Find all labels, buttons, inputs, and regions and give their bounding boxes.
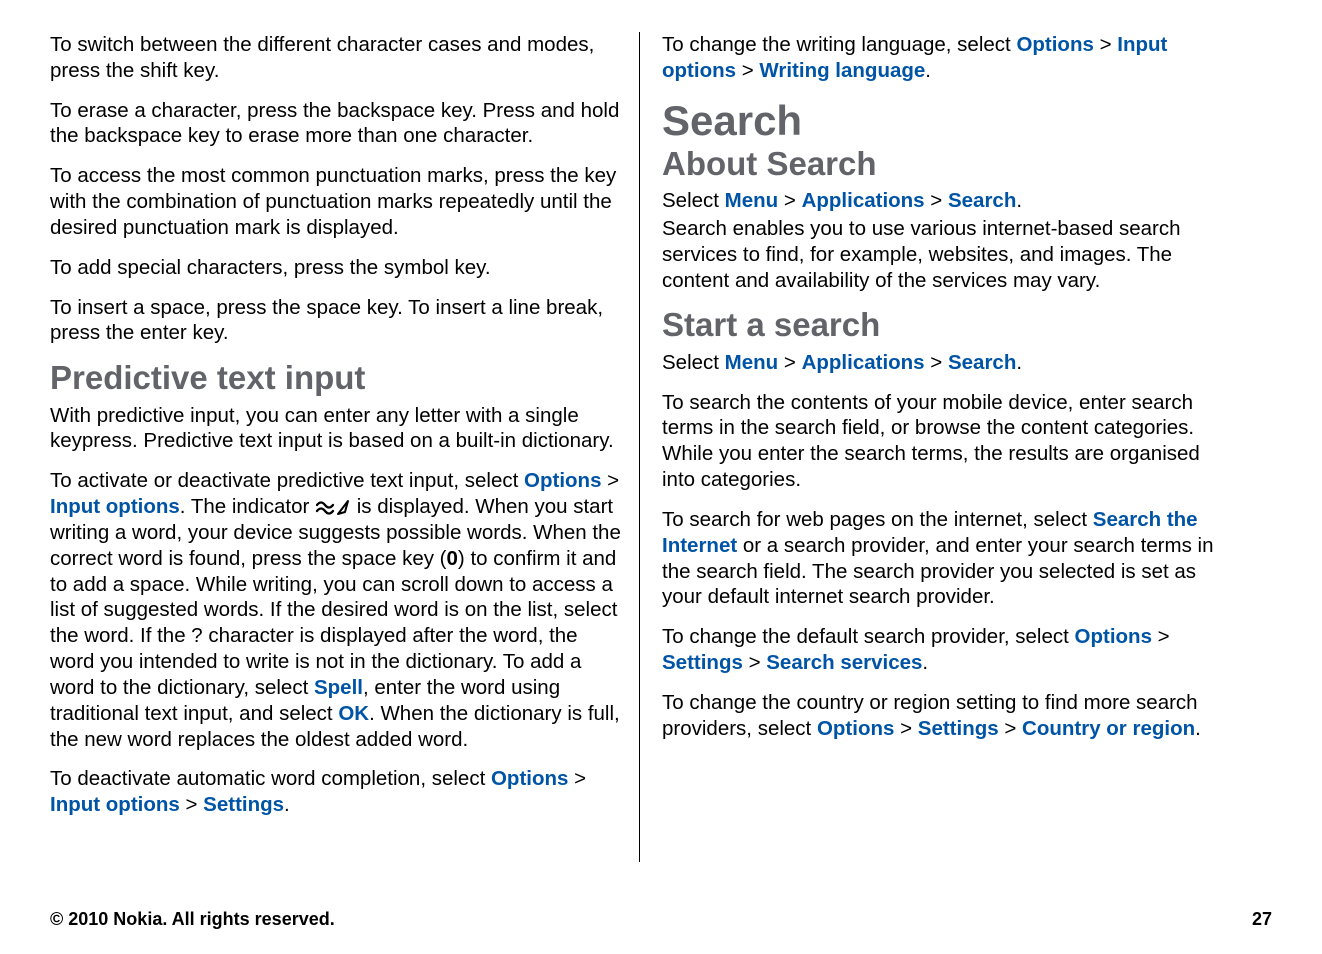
- breadcrumb-separator: >: [1094, 33, 1117, 56]
- link-search-services[interactable]: Search services: [766, 651, 922, 674]
- right-column: To change the writing language, select O…: [640, 32, 1230, 862]
- body-text: To insert a space, press the space key. …: [50, 295, 625, 347]
- heading-predictive-text-input: Predictive text input: [50, 360, 625, 396]
- body-text: To activate or deactivate predictive tex…: [50, 468, 625, 752]
- body-text: Search enables you to use various intern…: [662, 216, 1230, 293]
- page-footer: © 2010 Nokia. All rights reserved. 27: [50, 909, 1272, 930]
- body-text: With predictive input, you can enter any…: [50, 403, 625, 455]
- heading-about-search: About Search: [662, 146, 1230, 182]
- body-text: To switch between the different characte…: [50, 32, 625, 84]
- text-fragment: .: [1016, 189, 1022, 212]
- breadcrumb-separator: >: [743, 651, 766, 674]
- text-fragment: To deactivate automatic word completion,…: [50, 767, 491, 790]
- link-settings[interactable]: Settings: [203, 793, 284, 816]
- text-fragment: To search for web pages on the internet,…: [662, 508, 1093, 531]
- breadcrumb-separator: >: [925, 189, 948, 212]
- link-ok[interactable]: OK: [338, 702, 369, 725]
- link-search[interactable]: Search: [948, 189, 1016, 212]
- breadcrumb-separator: >: [999, 717, 1022, 740]
- link-settings[interactable]: Settings: [918, 717, 999, 740]
- body-text: To change the country or region setting …: [662, 690, 1230, 742]
- breadcrumb-separator: >: [778, 351, 801, 374]
- text-fragment: To change the writing language, select: [662, 33, 1016, 56]
- link-search[interactable]: Search: [948, 351, 1016, 374]
- left-column: To switch between the different characte…: [50, 32, 640, 862]
- link-options[interactable]: Options: [1016, 33, 1093, 56]
- link-input-options[interactable]: Input options: [50, 793, 180, 816]
- breadcrumb-separator: >: [1152, 625, 1170, 648]
- body-text: To erase a character, press the backspac…: [50, 98, 625, 150]
- body-text: To change the default search provider, s…: [662, 624, 1230, 676]
- body-text: To search the contents of your mobile de…: [662, 390, 1230, 493]
- link-options[interactable]: Options: [491, 767, 568, 790]
- text-fragment: or a search provider, and enter your sea…: [662, 534, 1213, 609]
- breadcrumb-separator: >: [568, 767, 586, 790]
- breadcrumb-separator: >: [894, 717, 917, 740]
- link-options[interactable]: Options: [524, 469, 601, 492]
- breadcrumb-separator: >: [601, 469, 619, 492]
- body-text: To deactivate automatic word completion,…: [50, 766, 625, 818]
- link-applications[interactable]: Applications: [802, 351, 925, 374]
- link-options[interactable]: Options: [817, 717, 894, 740]
- link-settings[interactable]: Settings: [662, 651, 743, 674]
- text-fragment: To change the default search provider, s…: [662, 625, 1075, 648]
- text-fragment: To activate or deactivate predictive tex…: [50, 469, 524, 492]
- page-number: 27: [1252, 909, 1272, 930]
- predictive-text-icon: [315, 498, 351, 516]
- link-applications[interactable]: Applications: [802, 189, 925, 212]
- heading-search: Search: [662, 98, 1230, 144]
- link-spell[interactable]: Spell: [314, 676, 363, 699]
- breadcrumb-separator: >: [180, 793, 203, 816]
- body-text: Select Menu > Applications > Search.: [662, 188, 1230, 214]
- link-menu[interactable]: Menu: [725, 351, 779, 374]
- text-fragment: .: [922, 651, 928, 674]
- body-text: To access the most common punctuation ma…: [50, 163, 625, 240]
- text-fragment: Select: [662, 189, 725, 212]
- text-fragment: Select: [662, 351, 725, 374]
- body-text: To search for web pages on the internet,…: [662, 507, 1230, 610]
- body-text: To add special characters, press the sym…: [50, 255, 625, 281]
- text-fragment: . The indicator: [180, 495, 315, 518]
- link-writing-language[interactable]: Writing language: [759, 59, 925, 82]
- breadcrumb-separator: >: [925, 351, 948, 374]
- link-menu[interactable]: Menu: [725, 189, 779, 212]
- link-input-options[interactable]: Input options: [50, 495, 180, 518]
- text-fragment: .: [1195, 717, 1201, 740]
- key-zero: 0: [447, 547, 458, 570]
- text-fragment: .: [284, 793, 290, 816]
- copyright-text: © 2010 Nokia. All rights reserved.: [50, 909, 335, 930]
- link-options[interactable]: Options: [1075, 625, 1152, 648]
- link-country-or-region[interactable]: Country or region: [1022, 717, 1195, 740]
- body-text: Select Menu > Applications > Search.: [662, 350, 1230, 376]
- text-fragment: .: [1016, 351, 1022, 374]
- breadcrumb-separator: >: [736, 59, 759, 82]
- text-fragment: .: [925, 59, 931, 82]
- body-text: To change the writing language, select O…: [662, 32, 1230, 84]
- heading-start-a-search: Start a search: [662, 307, 1230, 343]
- breadcrumb-separator: >: [778, 189, 801, 212]
